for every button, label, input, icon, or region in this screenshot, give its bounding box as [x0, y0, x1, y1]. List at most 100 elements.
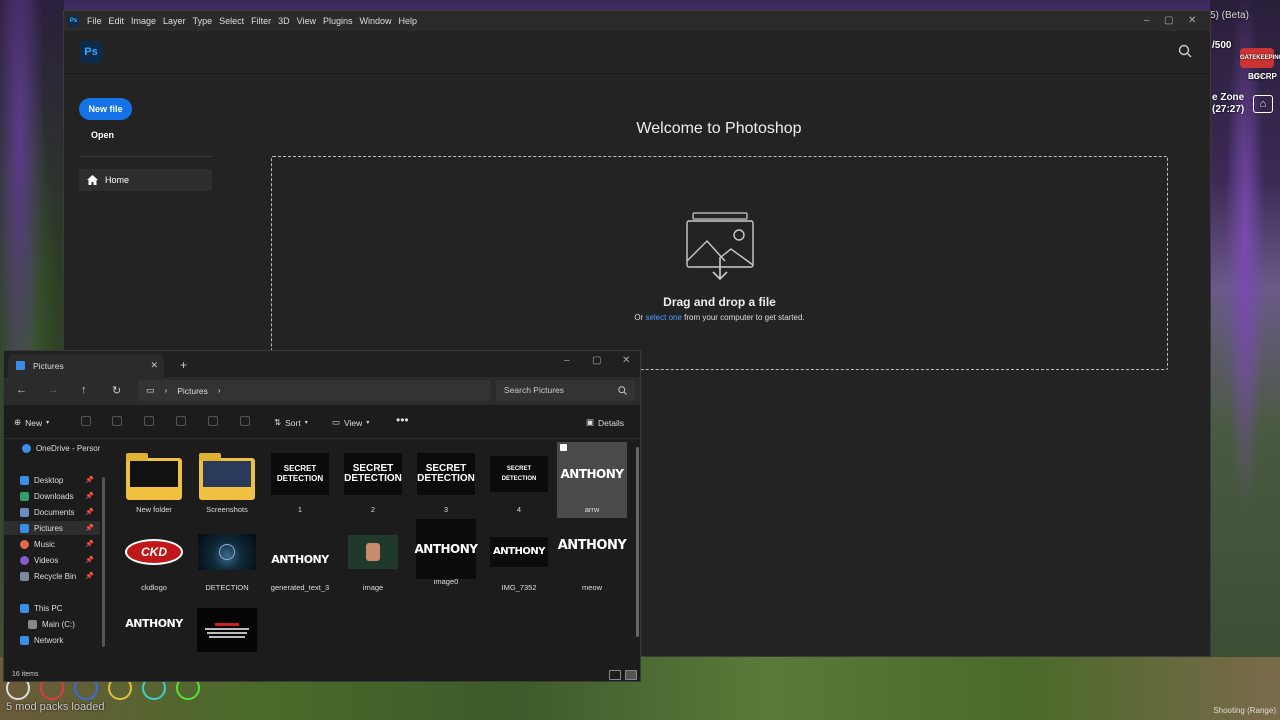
- cut-icon[interactable]: [81, 416, 91, 426]
- close-icon[interactable]: ✕: [1188, 15, 1196, 26]
- file-item[interactable]: ANTHONY IMG_7352: [484, 517, 554, 592]
- maximize-icon[interactable]: ▢: [592, 355, 601, 366]
- copy-icon[interactable]: [112, 416, 122, 426]
- nav-item-desktop[interactable]: Desktop 📌: [4, 473, 100, 487]
- open-button[interactable]: Open: [91, 130, 114, 140]
- close-icon[interactable]: ✕: [622, 355, 630, 366]
- menu-help[interactable]: Help: [399, 16, 418, 26]
- nav-item-onedrive[interactable]: OneDrive - Persor: [4, 441, 100, 455]
- menu-type[interactable]: Type: [193, 16, 213, 26]
- new-tab-icon[interactable]: +: [180, 358, 187, 372]
- music-icon: [20, 539, 29, 549]
- menu-edit[interactable]: Edit: [109, 16, 125, 26]
- menu-file[interactable]: File: [87, 16, 102, 26]
- maximize-icon[interactable]: ▢: [1164, 15, 1173, 26]
- share-icon[interactable]: [208, 416, 218, 426]
- new-file-button[interactable]: New file: [79, 98, 132, 120]
- view-button[interactable]: ▭ View ▾: [332, 417, 369, 428]
- file-item[interactable]: Screenshots: [192, 439, 262, 514]
- ps-titlebar: Ps File Edit Image Layer Type Select Fil…: [64, 11, 1210, 31]
- more-options-icon[interactable]: •••: [396, 413, 409, 427]
- file-name: 1: [297, 505, 303, 514]
- address-bar[interactable]: ▭ › Pictures ›: [138, 380, 490, 401]
- menu-view[interactable]: View: [297, 16, 316, 26]
- file-item[interactable]: CKD ckdlogo: [119, 517, 189, 592]
- refresh-icon[interactable]: ↻: [112, 384, 121, 397]
- sidebar-item-home[interactable]: Home: [79, 169, 212, 191]
- image-thumbnail: ANTHONY: [415, 519, 478, 579]
- select-file-link[interactable]: select one: [645, 313, 681, 322]
- sort-button[interactable]: ⇅ Sort ▾: [274, 417, 308, 428]
- paste-icon[interactable]: [144, 416, 154, 426]
- rename-icon[interactable]: [176, 416, 186, 426]
- menu-filter[interactable]: Filter: [251, 16, 271, 26]
- minimize-icon[interactable]: –: [1144, 15, 1150, 26]
- forward-arrow-icon[interactable]: →: [48, 384, 59, 396]
- network-icon: [20, 635, 29, 645]
- nav-item-this-pc[interactable]: This PC: [4, 601, 100, 615]
- file-item[interactable]: SECRET DETECTION 1: [265, 439, 335, 514]
- recycle-bin-icon: [20, 571, 29, 581]
- file-item[interactable]: SECRET DETECTION 4: [484, 439, 554, 514]
- menu-image[interactable]: Image: [131, 16, 156, 26]
- thumb-text: SECRET DETECTION: [417, 453, 475, 495]
- minimize-icon[interactable]: –: [564, 355, 570, 366]
- tab-pictures[interactable]: Pictures ✕: [8, 354, 164, 377]
- image-thumbnail: [197, 603, 257, 657]
- file-drop-zone[interactable]: Drag and drop a file Or select one from …: [271, 156, 1168, 370]
- pin-icon: 📌: [85, 573, 94, 580]
- pin-icon: 📌: [85, 493, 94, 500]
- file-item[interactable]: image: [338, 517, 408, 592]
- file-item[interactable]: New folder: [119, 439, 189, 514]
- thumbnails-view-icon[interactable]: [625, 670, 637, 680]
- file-item-selected[interactable]: ANTHONY arrw: [557, 442, 627, 518]
- nav-item-documents[interactable]: Documents 📌: [4, 505, 100, 519]
- nav-item-music[interactable]: Music 📌: [4, 537, 100, 551]
- file-item[interactable]: ANTHONY meow: [557, 517, 627, 593]
- file-item[interactable]: SECRET DETECTION 3: [411, 439, 481, 514]
- back-arrow-icon[interactable]: ←: [16, 384, 27, 396]
- file-item[interactable]: ANTHONY image0: [411, 511, 481, 586]
- menu-plugins[interactable]: Plugins: [323, 16, 353, 26]
- image-thumbnail: SECRET DETECTION: [416, 447, 476, 501]
- nav-item-videos[interactable]: Videos 📌: [4, 553, 100, 567]
- nav-item-downloads[interactable]: Downloads 📌: [4, 489, 100, 503]
- details-view-icon[interactable]: [609, 670, 621, 680]
- sort-button-label: Sort: [285, 417, 301, 428]
- folder-icon: [124, 447, 184, 501]
- nav-scrollbar[interactable]: [102, 477, 105, 647]
- delete-icon[interactable]: [240, 416, 250, 426]
- file-item[interactable]: [192, 595, 262, 661]
- file-item[interactable]: DETECTION: [192, 517, 262, 592]
- nav-item-main-c[interactable]: Main (C:): [4, 617, 100, 631]
- file-name: IMG_7352: [501, 583, 537, 592]
- hud-zone-label: e Zone: [1212, 92, 1245, 103]
- thumb-text: ANTHONY: [271, 552, 329, 566]
- file-grid-scrollbar[interactable]: [636, 447, 639, 637]
- nav-item-pictures[interactable]: Pictures 📌: [4, 521, 100, 535]
- image-thumbnail: [197, 525, 257, 579]
- menu-select[interactable]: Select: [219, 16, 244, 26]
- file-item[interactable]: ANTHONY: [119, 595, 189, 661]
- search-placeholder: Search Pictures: [504, 385, 564, 395]
- new-button[interactable]: ⊕ New ▾: [14, 417, 49, 428]
- breadcrumb[interactable]: Pictures: [177, 386, 208, 396]
- close-tab-icon[interactable]: ✕: [150, 360, 158, 371]
- details-pane-icon: ▣: [586, 417, 595, 427]
- file-item[interactable]: ANTHONY generated_text_3: [265, 517, 335, 593]
- search-icon[interactable]: [1178, 44, 1192, 58]
- file-name: image: [362, 583, 384, 592]
- menu-window[interactable]: Window: [360, 16, 392, 26]
- image-thumbnail: SECRET DETECTION: [489, 447, 549, 501]
- nav-item-recycle-bin[interactable]: Recycle Bin 📌: [4, 569, 100, 583]
- menu-layer[interactable]: Layer: [163, 16, 186, 26]
- nav-item-label: This PC: [34, 603, 63, 613]
- up-arrow-icon[interactable]: ↑: [81, 384, 87, 396]
- file-item[interactable]: SECRET DETECTION 2: [338, 439, 408, 514]
- menu-3d[interactable]: 3D: [278, 16, 290, 26]
- nav-item-network[interactable]: Network: [4, 633, 100, 647]
- nav-item-label: Downloads: [34, 491, 74, 501]
- search-input[interactable]: Search Pictures: [496, 380, 635, 401]
- details-button[interactable]: ▣ Details: [586, 417, 624, 428]
- image-thumbnail: ANTHONY: [558, 525, 627, 579]
